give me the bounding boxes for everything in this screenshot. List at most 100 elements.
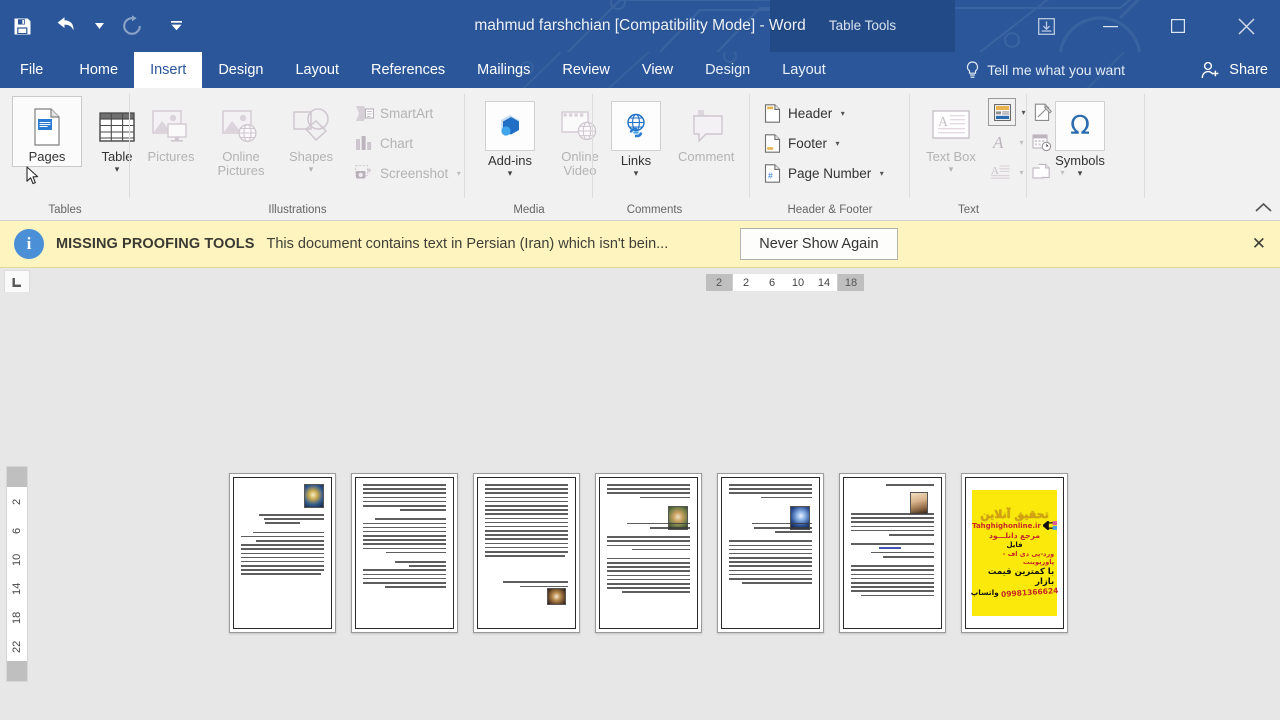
page-thumbnail-4[interactable] [595,473,702,633]
undo-dropdown-button[interactable] [88,6,110,46]
page-1 [233,477,332,629]
message-bar: i MISSING PROOFING TOOLS This document c… [0,221,1280,268]
share-button[interactable]: Share [1201,52,1268,88]
tab-table-tools-layout[interactable]: Layout [766,52,842,88]
customize-quick-access-toolbar-button[interactable] [154,6,198,46]
page-thumbnail-1[interactable] [229,473,336,633]
vruler-tick: 6 [11,527,23,534]
pages-button[interactable]: Pages [12,96,82,167]
tab-view[interactable]: View [626,52,689,88]
close-button[interactable] [1212,0,1280,52]
smartart-button[interactable]: SmartArt [350,98,467,128]
pictures-button[interactable]: Pictures [136,96,206,167]
screenshot-dropdown-caret[interactable]: ▾ [454,169,463,178]
page-thumbnail-3[interactable] [473,473,580,633]
group-label-header-footer: Header & Footer [787,204,873,216]
shapes-button[interactable]: Shapes ▾ [276,96,346,177]
links-button[interactable]: Links ▾ [601,96,671,181]
drop-cap-dropdown-caret[interactable]: ▾ [1017,168,1026,177]
tab-review[interactable]: Review [546,52,626,88]
wordart-icon: A [992,133,1004,151]
tab-file[interactable]: File [0,52,63,88]
chart-button[interactable]: Chart [350,128,467,158]
symbols-button[interactable]: Ω Symbols ▾ [1045,96,1115,181]
page-thumbnail-5[interactable] [717,473,824,633]
tab-home[interactable]: Home [63,52,134,88]
horizontal-ruler[interactable]: 2 2 6 10 14 18 [706,274,864,291]
ruler-tick: 6 [768,276,776,289]
header-dropdown-caret[interactable]: ▾ [838,109,847,118]
footer-label: Footer [788,135,828,151]
tab-insert[interactable]: Insert [134,52,203,88]
contextual-tools-title: Table Tools [828,18,897,33]
page-number-button[interactable]: # Page Number ▾ [758,158,890,188]
page-thumbnails: تحقیق آنلاین Tahghighonline.ir مرجع دانل… [229,473,1068,633]
comment-icon [682,101,730,147]
chart-icon [354,133,374,153]
page-2 [355,477,454,629]
add-ins-dropdown-caret[interactable]: ▾ [508,169,513,178]
footer-dropdown-caret[interactable]: ▾ [833,139,842,148]
footer-icon [762,133,782,153]
quick-parts-button[interactable] [988,98,1016,126]
advertisement-box: تحقیق آنلاین Tahghighonline.ir مرجع دانل… [970,490,1058,616]
never-show-again-button[interactable]: Never Show Again [740,228,898,260]
table-label: Table [101,149,133,164]
symbols-dropdown-caret[interactable]: ▾ [1078,169,1083,178]
header-button[interactable]: Header ▾ [758,98,890,128]
page-image [547,588,566,605]
ribbon-display-options-button[interactable] [1016,0,1076,52]
chevron-down-icon [94,23,104,29]
page-number-dropdown-caret[interactable]: ▾ [877,169,886,178]
wordart-dropdown-caret[interactable]: ▾ [1017,138,1026,147]
text-box-button[interactable]: A Text Box ▾ [916,96,986,177]
collapse-ribbon-button[interactable] [1255,201,1272,216]
links-dropdown-caret[interactable]: ▾ [634,169,639,178]
page-thumbnail-2[interactable] [351,473,458,633]
chart-label: Chart [380,135,414,151]
ribbon-group-symbols: Ω Symbols ▾ [1027,88,1145,220]
lightbulb-icon [967,61,979,78]
ad-subtitle: مرجع دانلـــود [989,531,1040,540]
restore-button[interactable] [1144,0,1212,52]
footer-button[interactable]: Footer ▾ [758,128,890,158]
chevron-up-icon [1255,202,1272,212]
drop-cap-button[interactable]: A [988,159,1014,185]
tab-table-tools-design[interactable]: Design [689,52,766,88]
ad-whatsapp-label: واتساپ [970,588,999,597]
message-bar-close-button[interactable]: ✕ [1252,234,1266,254]
undo-button[interactable] [44,6,88,46]
text-box-dropdown-caret[interactable]: ▾ [949,165,954,174]
vertical-ruler[interactable]: 2 6 10 14 18 22 [6,466,28,682]
vruler-bottom-margin [7,661,27,681]
page-4 [599,477,698,629]
ad-website: Tahghighonline.ir [972,521,1057,530]
group-label-comments: Comments [626,204,683,216]
tab-design[interactable]: Design [202,52,279,88]
tab-mailings[interactable]: Mailings [461,52,546,88]
quick-parts-icon [993,103,1011,121]
screenshot-button[interactable]: Screenshot ▾ [350,158,467,188]
group-label-media: Media [513,204,545,216]
message-bar-text: This document contains text in Persian (… [266,236,669,252]
omega-glyph: Ω [1070,111,1090,141]
table-dropdown-caret[interactable]: ▾ [115,165,120,174]
tab-layout[interactable]: Layout [279,52,355,88]
online-pictures-button[interactable]: Online Pictures [206,96,276,181]
ad-brand-title: تحقیق آنلاین [980,508,1049,521]
wordart-button[interactable]: A [988,129,1014,155]
tab-references[interactable]: References [355,52,461,88]
ribbon: Pages Table ▾ Tables Pictures Online Pic… [0,88,1280,221]
shapes-dropdown-caret[interactable]: ▾ [309,165,314,174]
undo-icon [57,16,73,30]
vruler-top-margin [7,467,27,487]
comment-button[interactable]: Comment [671,96,741,167]
page-thumbnail-7[interactable]: تحقیق آنلاین Tahghighonline.ir مرجع دانل… [961,473,1068,633]
page-thumbnail-6[interactable] [839,473,946,633]
tell-me-label: Tell me what you want [987,62,1125,78]
add-ins-button[interactable]: Add-ins ▾ [475,96,545,181]
minimize-button[interactable] [1076,0,1144,52]
document-canvas[interactable]: 2 6 10 14 18 22 تحقیق آنلاین Tahghighonl… [0,292,1280,720]
save-button[interactable] [0,6,44,46]
tell-me-search[interactable]: Tell me what you want [965,52,1125,88]
